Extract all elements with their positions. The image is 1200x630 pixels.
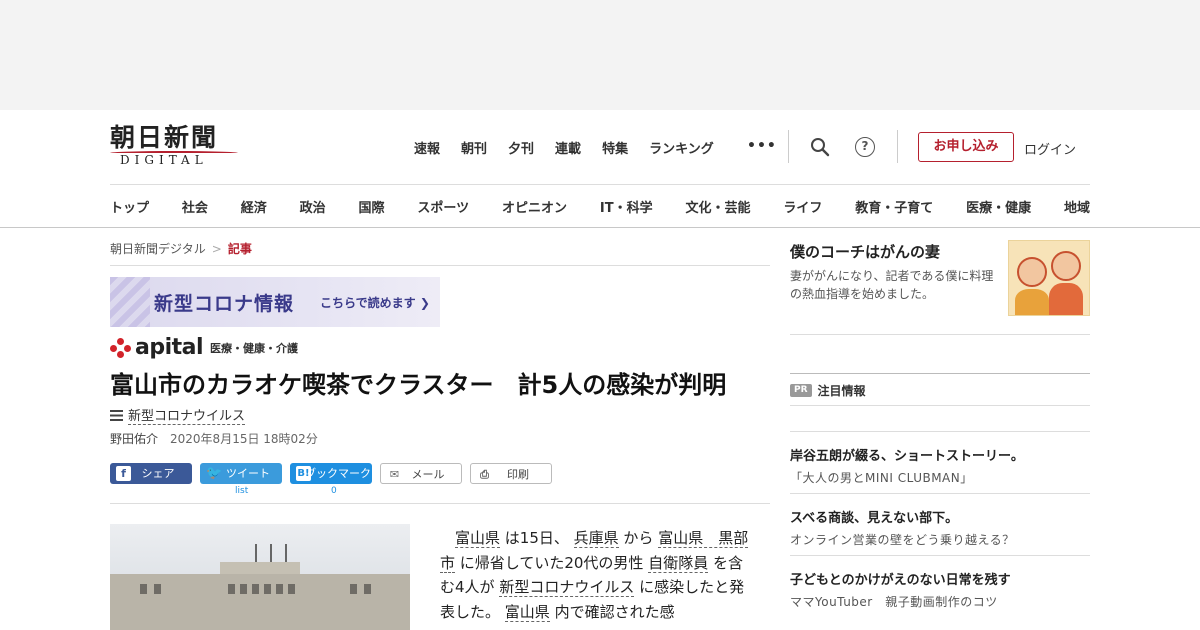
nav-sokuho[interactable]: 速報 bbox=[414, 138, 440, 157]
cat-education[interactable]: 教育・子育て bbox=[855, 197, 933, 216]
header-separator bbox=[788, 130, 789, 163]
pr-item-sub: 「大人の男とMINI CLUBMAN」 bbox=[790, 471, 973, 485]
cat-sports[interactable]: スポーツ bbox=[417, 197, 469, 216]
help-icon[interactable]: ? bbox=[855, 137, 875, 157]
nav-ranking[interactable]: ランキング bbox=[649, 138, 714, 157]
author: 野田佑介 bbox=[110, 432, 159, 446]
print-button[interactable]: ⎙ 印刷 bbox=[470, 463, 552, 484]
pr-item-title: 岸谷五朗が綴る、ショートストーリー。 bbox=[790, 449, 1024, 464]
keyword-link[interactable]: 新型コロナウイルス bbox=[499, 578, 635, 597]
asahi-logo[interactable]: 朝日新聞 DIGITAL bbox=[110, 124, 240, 170]
apital-brand: apital bbox=[135, 335, 204, 360]
nav-tokushu[interactable]: 特集 bbox=[602, 138, 628, 157]
share-bar: f シェア 🐦 ツイート B! ブックマーク ✉ メール ⎙ 印刷 bbox=[110, 463, 560, 484]
cat-health[interactable]: 医療・健康 bbox=[966, 197, 1031, 216]
cat-region[interactable]: 地域 bbox=[1064, 197, 1090, 216]
mail-icon: ✉ bbox=[389, 468, 400, 481]
pr-label: 注目情報 bbox=[817, 384, 866, 398]
pr-badge: PR bbox=[790, 384, 812, 397]
building bbox=[110, 574, 410, 630]
pr-item-title: スベる商談、見えない部下。 bbox=[790, 511, 959, 526]
twitter-share-button[interactable]: 🐦 ツイート bbox=[200, 463, 282, 484]
cat-opinion[interactable]: オピニオン bbox=[502, 197, 567, 216]
hatena-icon: B! bbox=[296, 466, 311, 481]
logo-sub: DIGITAL bbox=[120, 153, 208, 167]
hatena-count[interactable]: 0 bbox=[331, 486, 337, 496]
cat-it-science[interactable]: IT・科学 bbox=[600, 197, 653, 216]
logo-swoosh bbox=[110, 151, 238, 155]
list-icon bbox=[110, 409, 123, 421]
promo-title[interactable]: 僕のコーチはがんの妻 bbox=[790, 241, 940, 262]
sidebar-divider bbox=[790, 334, 1090, 335]
sidebar-divider bbox=[790, 431, 1090, 432]
sidebar-divider bbox=[790, 405, 1090, 406]
nav-rensai[interactable]: 連載 bbox=[555, 138, 581, 157]
cat-life[interactable]: ライフ bbox=[783, 197, 822, 216]
article-body: 富山県 は15日、 兵庫県 から 富山県 黒部市 に帰省していた20代の男性 自… bbox=[440, 529, 749, 622]
article-main: 朝日新聞デジタル > 記事 新型コロナ情報 こちらで読めます ❯ apital 医療… bbox=[110, 240, 770, 630]
corona-banner-cta: こちらで読めます ❯ bbox=[320, 296, 430, 310]
keyword-link[interactable]: 自衛隊員 bbox=[648, 553, 709, 573]
cat-politics[interactable]: 政治 bbox=[300, 197, 326, 216]
apital-logo[interactable]: apital 医療・健康・介護 bbox=[110, 335, 299, 360]
facebook-share-button[interactable]: f シェア bbox=[110, 463, 192, 484]
pr-item-title: 子どもとのかけがえのない日常を残す bbox=[790, 573, 1011, 588]
facebook-icon: f bbox=[116, 466, 131, 481]
pr-item[interactable]: 子どもとのかけがえのない日常を残す ママYouTuber 親子動画制作のコツ bbox=[790, 569, 1090, 610]
corona-info-banner[interactable]: 新型コロナ情報 こちらで読めます ❯ bbox=[110, 277, 440, 327]
byline: 野田佑介 2020年8月15日 18時02分 bbox=[110, 430, 318, 447]
top-nav: 速報 朝刊 夕刊 連載 特集 ランキング bbox=[414, 138, 735, 157]
print-icon: ⎙ bbox=[480, 468, 489, 481]
banner-decoration bbox=[110, 277, 150, 327]
publish-date: 2020年8月15日 18時02分 bbox=[170, 432, 318, 446]
pr-item-sub: オンライン営業の壁をどう乗り越える？ bbox=[790, 533, 1015, 547]
promo-desc[interactable]: 妻ががんになり、記者である僕に料理の熱血指導を始めました。 bbox=[790, 267, 1000, 303]
breadcrumb: 朝日新聞デジタル > 記事 bbox=[110, 240, 770, 266]
logo-text: 朝日新聞 bbox=[110, 123, 219, 152]
topic-label: 新型コロナウイルス bbox=[128, 405, 246, 425]
article-headline: 富山市のカラオケ喫茶でクラスター 計5人の感染が判明 bbox=[110, 371, 727, 399]
keyword-link[interactable]: 富山県 bbox=[455, 529, 501, 548]
topic-link[interactable]: 新型コロナウイルス bbox=[110, 405, 246, 425]
header-divider bbox=[110, 184, 1090, 185]
header-separator bbox=[897, 130, 898, 163]
sidebar-divider bbox=[790, 555, 1090, 556]
login-link[interactable]: ログイン bbox=[1024, 139, 1076, 158]
apital-sub: 医療・健康・介護 bbox=[210, 342, 299, 355]
twitter-icon: 🐦 bbox=[206, 466, 223, 481]
pr-item-sub: ママYouTuber 親子動画制作のコツ bbox=[790, 595, 998, 609]
apital-dots-icon bbox=[110, 338, 132, 358]
pr-header: PR 注目情報 bbox=[790, 382, 866, 399]
nav-choukan[interactable]: 朝刊 bbox=[461, 138, 487, 157]
cat-economy[interactable]: 経済 bbox=[241, 197, 267, 216]
pr-item[interactable]: 岸谷五朗が綴る、ショートストーリー。 「大人の男とMINI CLUBMAN」 bbox=[790, 445, 1090, 486]
sidebar-divider bbox=[790, 493, 1090, 494]
site-header: 朝日新聞 DIGITAL 速報 朝刊 夕刊 連載 特集 ランキング ••• ? … bbox=[0, 110, 1200, 228]
cat-culture[interactable]: 文化・芸能 bbox=[685, 197, 750, 216]
category-nav: トップ 社会 経済 政治 国際 スポーツ オピニオン IT・科学 文化・芸能 ラ… bbox=[110, 197, 1090, 216]
twitter-list-link[interactable]: list bbox=[235, 486, 248, 496]
subscribe-button[interactable]: お申し込み bbox=[918, 132, 1014, 162]
promo-illustration[interactable] bbox=[1008, 240, 1090, 316]
sidebar-divider bbox=[790, 373, 1090, 374]
pr-item[interactable]: スベる商談、見えない部下。 オンライン営業の壁をどう乗り越える？ bbox=[790, 507, 1090, 548]
search-icon[interactable] bbox=[810, 137, 830, 157]
cat-society[interactable]: 社会 bbox=[182, 197, 208, 216]
cat-top[interactable]: トップ bbox=[110, 197, 149, 216]
hatena-bookmark-button[interactable]: B! ブックマーク bbox=[290, 463, 372, 484]
breadcrumb-sep: > bbox=[211, 242, 222, 256]
nav-yukan[interactable]: 夕刊 bbox=[508, 138, 534, 157]
ad-banner-area bbox=[0, 0, 1200, 110]
article-photo[interactable] bbox=[110, 524, 410, 630]
more-icon[interactable]: ••• bbox=[747, 138, 777, 154]
breadcrumb-home[interactable]: 朝日新聞デジタル bbox=[110, 242, 206, 256]
cat-international[interactable]: 国際 bbox=[359, 197, 385, 216]
breadcrumb-current: 記事 bbox=[227, 242, 252, 256]
keyword-link[interactable]: 富山県 bbox=[504, 602, 550, 622]
share-divider bbox=[110, 503, 770, 504]
keyword-link[interactable]: 兵庫県 bbox=[573, 529, 619, 548]
mail-share-button[interactable]: ✉ メール bbox=[380, 463, 462, 484]
corona-banner-title: 新型コロナ情報 bbox=[154, 293, 295, 315]
